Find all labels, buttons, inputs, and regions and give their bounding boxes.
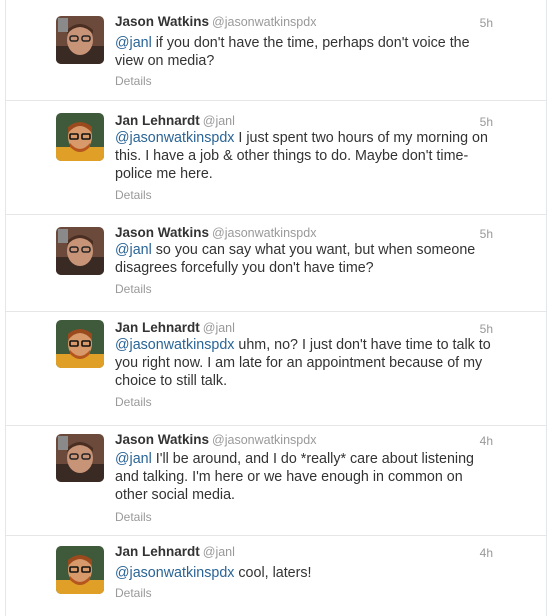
tweet-text: @jasonwatkinspdx I just spent two hours … bbox=[115, 129, 497, 183]
tweet-timestamp[interactable]: 4h bbox=[480, 434, 493, 448]
author-handle[interactable]: @janl bbox=[203, 114, 235, 128]
tweet-header: Jason Watkins @jasonwatkinspdx bbox=[115, 14, 494, 30]
tweet-item[interactable]: Jan Lehnardt @janl 5h @jasonwatkinspdx I … bbox=[6, 101, 546, 215]
author-handle[interactable]: @jasonwatkinspdx bbox=[212, 226, 316, 240]
tweet-header: Jason Watkins @jasonwatkinspdx bbox=[115, 225, 494, 241]
mention-link[interactable]: @janl bbox=[115, 35, 152, 51]
jan-avatar-image bbox=[56, 546, 104, 594]
tweet-timestamp[interactable]: 4h bbox=[480, 546, 493, 560]
details-link[interactable]: Details bbox=[115, 282, 152, 296]
avatar-jason[interactable] bbox=[56, 434, 104, 482]
jason-avatar-image bbox=[56, 227, 104, 275]
details-link[interactable]: Details bbox=[115, 395, 152, 409]
tweet-item[interactable]: Jason Watkins @jasonwatkinspdx 5h @janl s… bbox=[6, 215, 546, 312]
author-name[interactable]: Jason Watkins bbox=[115, 14, 209, 29]
tweet-header: Jan Lehnardt @janl bbox=[115, 320, 494, 336]
author-handle[interactable]: @janl bbox=[203, 321, 235, 335]
avatar-jason[interactable] bbox=[56, 227, 104, 275]
author-handle[interactable]: @jasonwatkinspdx bbox=[212, 15, 316, 29]
tweet-item[interactable]: Jan Lehnardt @janl 5h @jasonwatkinspdx uh… bbox=[6, 312, 546, 426]
author-name[interactable]: Jan Lehnardt bbox=[115, 113, 200, 128]
tweet-header: Jan Lehnardt @janl bbox=[115, 113, 494, 129]
avatar-jan[interactable] bbox=[56, 320, 104, 368]
tweet-header: Jan Lehnardt @janl bbox=[115, 544, 494, 560]
tweet-item[interactable]: Jason Watkins @jasonwatkinspdx 5h @janl i… bbox=[6, 0, 546, 101]
jan-avatar-image bbox=[56, 320, 104, 368]
mention-link[interactable]: @jasonwatkinspdx bbox=[115, 565, 234, 581]
tweet-text: @janl so you can say what you want, but … bbox=[115, 241, 497, 277]
avatar-jason[interactable] bbox=[56, 16, 104, 64]
tweet-text: @janl I'll be around, and I do *really* … bbox=[115, 450, 497, 504]
tweet-item[interactable]: Jason Watkins @jasonwatkinspdx 4h @janl I… bbox=[6, 426, 546, 536]
tweet-text: @jasonwatkinspdx uhm, no? I just don't h… bbox=[115, 336, 497, 390]
tweet-text: @janl if you don't have the time, perhap… bbox=[115, 34, 497, 70]
avatar-jan[interactable] bbox=[56, 546, 104, 594]
tweet-text: @jasonwatkinspdx cool, laters! bbox=[115, 564, 497, 582]
tweet-item[interactable]: Jan Lehnardt @janl 4h @jasonwatkinspdx co… bbox=[6, 536, 546, 616]
tweet-body: cool, laters! bbox=[234, 565, 312, 581]
tweet-timeline: Jason Watkins @jasonwatkinspdx 5h @janl i… bbox=[5, 0, 547, 616]
author-name[interactable]: Jason Watkins bbox=[115, 225, 209, 240]
tweet-header: Jason Watkins @jasonwatkinspdx bbox=[115, 432, 494, 448]
tweet-timestamp[interactable]: 5h bbox=[480, 322, 493, 336]
author-handle[interactable]: @jasonwatkinspdx bbox=[212, 433, 316, 447]
jan-avatar-image bbox=[56, 113, 104, 161]
mention-link[interactable]: @janl bbox=[115, 242, 152, 258]
details-link[interactable]: Details bbox=[115, 586, 152, 600]
tweet-body: if you don't have the time, perhaps don'… bbox=[115, 35, 470, 69]
tweet-body: so you can say what you want, but when s… bbox=[115, 242, 476, 276]
jason-avatar-image bbox=[56, 16, 104, 64]
details-link[interactable]: Details bbox=[115, 510, 152, 524]
mention-link[interactable]: @jasonwatkinspdx bbox=[115, 337, 234, 353]
mention-link[interactable]: @jasonwatkinspdx bbox=[115, 130, 234, 146]
tweet-timestamp[interactable]: 5h bbox=[480, 16, 493, 30]
author-handle[interactable]: @janl bbox=[203, 545, 235, 559]
tweet-timestamp[interactable]: 5h bbox=[480, 115, 493, 129]
author-name[interactable]: Jan Lehnardt bbox=[115, 544, 200, 559]
avatar-jan[interactable] bbox=[56, 113, 104, 161]
mention-link[interactable]: @janl bbox=[115, 451, 152, 467]
details-link[interactable]: Details bbox=[115, 188, 152, 202]
details-link[interactable]: Details bbox=[115, 74, 152, 88]
tweet-timestamp[interactable]: 5h bbox=[480, 227, 493, 241]
jason-avatar-image bbox=[56, 434, 104, 482]
tweet-body: I'll be around, and I do *really* care a… bbox=[115, 451, 475, 503]
author-name[interactable]: Jason Watkins bbox=[115, 432, 209, 447]
author-name[interactable]: Jan Lehnardt bbox=[115, 320, 200, 335]
